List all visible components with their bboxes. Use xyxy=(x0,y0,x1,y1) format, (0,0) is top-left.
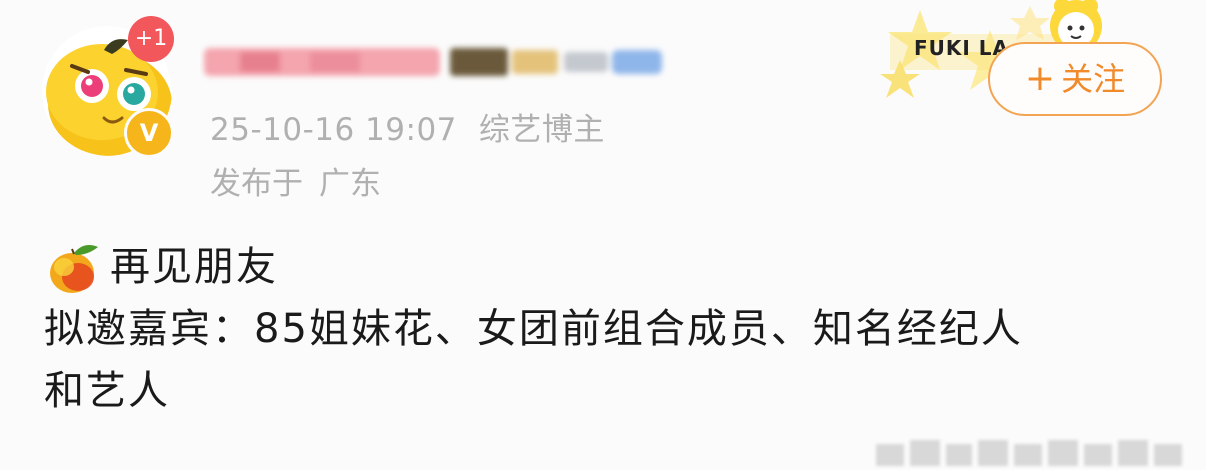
follow-button[interactable]: + 关注 xyxy=(988,42,1162,116)
watermark xyxy=(866,430,1206,470)
post-location: 发布于 广东 xyxy=(210,158,397,203)
blurred-name-image xyxy=(204,48,662,76)
weibo-post-card: +1 V 25-10-16 19:07 综艺博主 发布于 广东 FUKI LA … xyxy=(0,0,1206,470)
post-meta: 25-10-16 19:07 综艺博主 xyxy=(210,104,627,149)
post-body-line-1: 拟邀嘉宾：85姐妹花、女团前组合成员、知名经纪人 xyxy=(44,306,1023,352)
author-tag: 综艺博主 xyxy=(478,112,605,148)
post-body-line-2: 和艺人 xyxy=(44,368,170,414)
watermark-image xyxy=(876,440,1182,466)
post-timestamp: 25-10-16 19:07 xyxy=(210,112,457,148)
plus-icon: + xyxy=(1024,58,1056,99)
verified-icon: V xyxy=(124,108,174,158)
post-content: 再见朋友 拟邀嘉宾：85姐妹花、女团前组合成员、知名经纪人 和艺人 xyxy=(44,236,1174,422)
follow-label: 关注 xyxy=(1061,60,1126,98)
notification-badge: +1 xyxy=(128,16,174,62)
location-prefix: 发布于 xyxy=(210,166,303,202)
post-title-line: 再见朋友 xyxy=(44,236,1174,298)
username-blurred[interactable] xyxy=(200,40,680,84)
location-value: 广东 xyxy=(319,166,381,202)
mango-icon xyxy=(44,237,104,297)
post-title: 再见朋友 xyxy=(110,244,278,290)
